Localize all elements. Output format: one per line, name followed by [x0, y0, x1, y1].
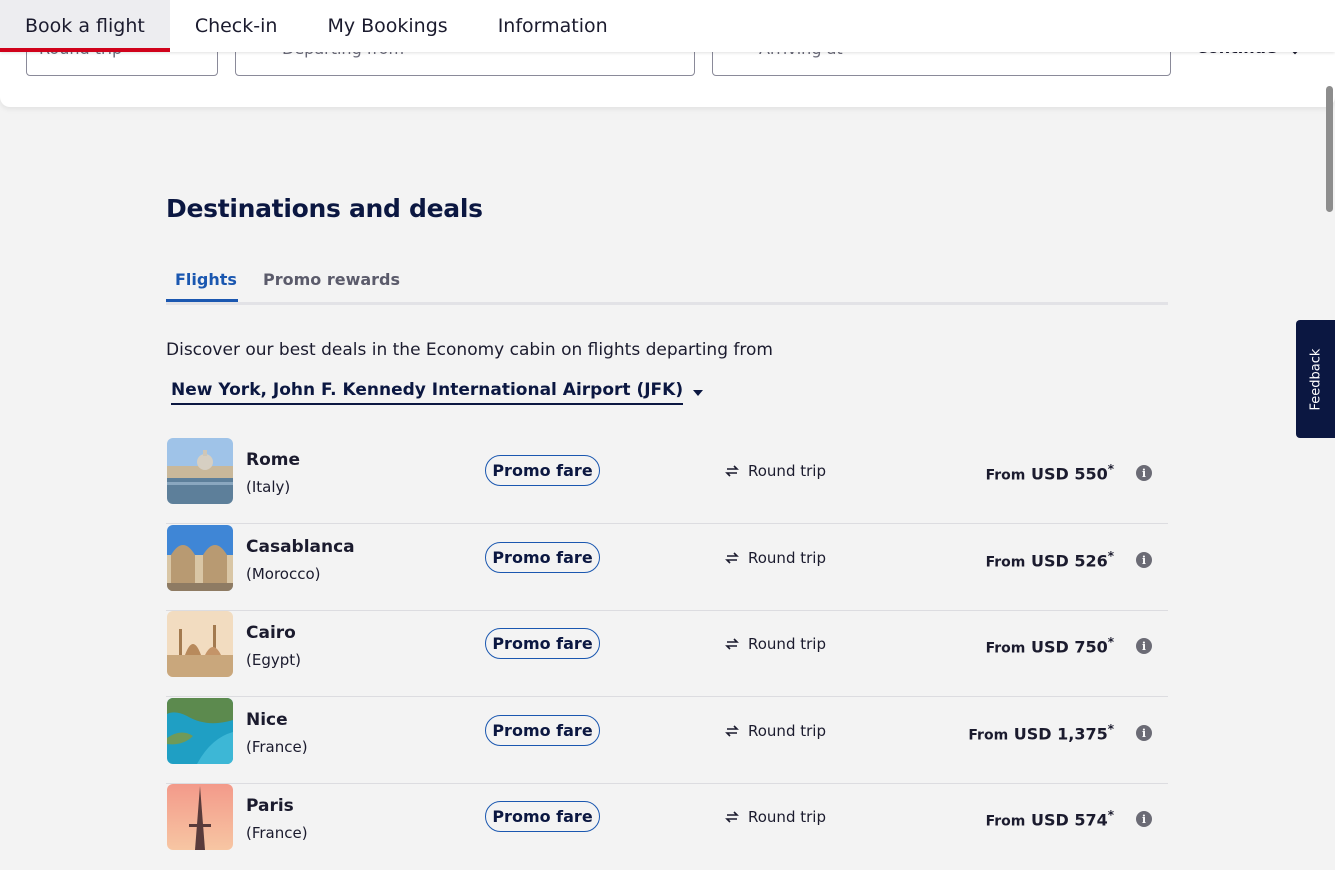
- price-from-label: From: [985, 554, 1026, 571]
- destination-country: (France): [246, 738, 308, 756]
- info-icon[interactable]: i: [1136, 552, 1152, 568]
- trip-type-label: Round trip: [748, 635, 826, 653]
- scrollbar-thumb[interactable]: [1326, 86, 1333, 212]
- destination-image: [167, 438, 233, 504]
- trip-type: Round trip: [724, 808, 826, 826]
- deal-price: From USD 574*: [986, 808, 1114, 829]
- deal-price: From USD 526*: [986, 549, 1114, 570]
- promo-fare-badge[interactable]: Promo fare: [485, 715, 600, 746]
- section-title: Destinations and deals: [166, 194, 483, 223]
- deal-price: From USD 1,375*: [968, 722, 1114, 743]
- round-trip-icon: [725, 465, 739, 477]
- price-from-label: From: [985, 640, 1026, 657]
- deal-price: From USD 550*: [986, 462, 1114, 483]
- round-trip-icon: [725, 552, 739, 564]
- info-icon[interactable]: i: [1136, 725, 1152, 741]
- nav-tab-check-in[interactable]: Check-in: [170, 0, 303, 52]
- trip-type: Round trip: [724, 635, 826, 653]
- trip-type: Round trip: [724, 722, 826, 740]
- promo-fare-badge[interactable]: Promo fare: [485, 801, 600, 832]
- deal-row[interactable]: Cairo (Egypt) Promo fare Round trip From…: [166, 611, 1168, 697]
- departure-airport-value: New York, John F. Kennedy International …: [171, 380, 684, 405]
- promo-fare-badge[interactable]: Promo fare: [485, 542, 600, 573]
- info-icon[interactable]: i: [1136, 811, 1152, 827]
- nav-tab-book-a-flight[interactable]: Book a flight: [0, 0, 170, 52]
- price-from-label: From: [985, 467, 1026, 484]
- feedback-tab[interactable]: Feedback: [1296, 320, 1335, 438]
- caret-down-icon: [693, 389, 704, 396]
- price-from-label: From: [968, 727, 1009, 744]
- round-trip-icon: [725, 638, 739, 650]
- trip-type-label: Round trip: [748, 722, 826, 740]
- price-value: USD 574: [1030, 810, 1108, 830]
- price-footnote-mark: *: [1107, 722, 1114, 736]
- tab-promo-rewards[interactable]: Promo rewards: [263, 270, 400, 289]
- price-from-label: From: [985, 813, 1026, 830]
- price-value: USD 550: [1030, 464, 1108, 484]
- price-value: USD 750: [1030, 637, 1108, 657]
- trip-type: Round trip: [724, 549, 826, 567]
- destination-city: Cairo: [246, 623, 296, 643]
- trip-type-label: Round trip: [748, 549, 826, 567]
- price-footnote-mark: *: [1107, 549, 1114, 563]
- deals-tabs: Flights Promo rewards: [166, 262, 1168, 305]
- promo-fare-badge[interactable]: Promo fare: [485, 455, 600, 486]
- price-footnote-mark: *: [1107, 635, 1114, 649]
- main-nav: Book a flight Check-in My Bookings Infor…: [0, 0, 1335, 52]
- destination-image: [167, 698, 233, 764]
- destination-image: [167, 611, 233, 677]
- price-value: USD 526: [1030, 551, 1108, 571]
- destination-city: Casablanca: [246, 537, 355, 557]
- deal-row[interactable]: Paris (France) Promo fare Round trip Fro…: [166, 784, 1168, 870]
- deal-price: From USD 750*: [986, 635, 1114, 656]
- feedback-label: Feedback: [1308, 348, 1324, 410]
- trip-type-label: Round trip: [748, 462, 826, 480]
- destination-city: Rome: [246, 450, 301, 470]
- round-trip-icon: [725, 725, 739, 737]
- nav-tab-my-bookings[interactable]: My Bookings: [302, 0, 472, 52]
- round-trip-icon: [725, 811, 739, 823]
- price-value: USD 1,375: [1013, 724, 1108, 744]
- destination-city: Paris: [246, 796, 294, 816]
- deal-row[interactable]: Nice (France) Promo fare Round trip From…: [166, 698, 1168, 784]
- deal-row[interactable]: Casablanca (Morocco) Promo fare Round tr…: [166, 525, 1168, 611]
- price-footnote-mark: *: [1107, 808, 1114, 822]
- tab-flights[interactable]: Flights: [175, 270, 237, 289]
- promo-fare-badge[interactable]: Promo fare: [485, 628, 600, 659]
- active-tab-indicator: [166, 299, 238, 302]
- trip-type: Round trip: [724, 462, 826, 480]
- info-icon[interactable]: i: [1136, 638, 1152, 654]
- page-scrollbar[interactable]: [1325, 52, 1335, 834]
- price-footnote-mark: *: [1107, 462, 1114, 476]
- deals-intro-text: Discover our best deals in the Economy c…: [166, 340, 773, 360]
- info-icon[interactable]: i: [1136, 465, 1152, 481]
- destination-city: Nice: [246, 710, 288, 730]
- destination-country: (Morocco): [246, 565, 321, 583]
- trip-type-label: Round trip: [748, 808, 826, 826]
- nav-tab-information[interactable]: Information: [473, 0, 633, 52]
- destination-country: (Italy): [246, 478, 291, 496]
- deal-row[interactable]: Rome (Italy) Promo fare Round trip From …: [166, 438, 1168, 524]
- destination-country: (Egypt): [246, 651, 301, 669]
- destination-image: [167, 525, 233, 591]
- destination-image: [167, 784, 233, 850]
- departure-airport-select[interactable]: New York, John F. Kennedy International …: [171, 380, 704, 405]
- destination-country: (France): [246, 824, 308, 842]
